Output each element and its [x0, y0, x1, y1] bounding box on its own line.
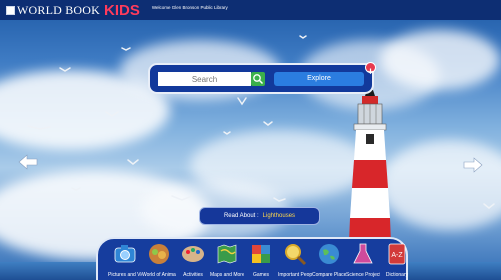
dock-item-compare-places[interactable]: Compare Places	[312, 242, 346, 278]
dock-label: Dictionary	[385, 272, 409, 278]
download-arrow-icon	[368, 68, 373, 75]
dock-item-pictures-and-videos[interactable]: Pictures and Videos	[108, 242, 142, 278]
seagull	[299, 35, 307, 39]
flask-icon	[353, 243, 373, 264]
dock-label: Pictures and Videos	[108, 272, 142, 278]
seagull	[127, 159, 139, 165]
map-icon	[217, 244, 237, 264]
next-arrow-button[interactable]	[462, 157, 484, 173]
seagull	[171, 195, 193, 201]
read-about-label: Read About :	[223, 213, 259, 219]
seagull	[59, 67, 71, 72]
left-arrow-icon	[18, 154, 38, 170]
dock-item-maps-and-more[interactable]: Maps and More	[210, 242, 244, 278]
camera-icon	[114, 245, 136, 263]
seagull	[263, 121, 273, 126]
previous-arrow-button[interactable]	[17, 154, 39, 170]
logo-text: WORLD BOOK	[17, 2, 100, 17]
navigation-dock: Pictures and Videos World of Animals Act…	[96, 237, 408, 280]
seagull	[121, 47, 131, 51]
dock-item-dictionary[interactable]: A-Z Dictionary	[380, 242, 414, 278]
read-about-topic[interactable]: Lighthouses	[263, 213, 295, 219]
palette-icon	[182, 246, 204, 262]
search-icon	[253, 74, 264, 85]
dock-label: Science Projects	[346, 272, 380, 278]
header-bar: WORLD BOOK KIDS Welcome Glen Bronson Pub…	[0, 0, 501, 20]
dictionary-icon: A-Z	[388, 243, 406, 265]
seagull	[27, 125, 51, 130]
svg-text:A-Z: A-Z	[391, 252, 403, 259]
dock-item-games[interactable]: Games	[244, 242, 278, 278]
download-badge[interactable]	[365, 62, 376, 75]
read-about-bar[interactable]: Read About : Lighthouses	[199, 207, 320, 225]
welcome-text: Welcome Glen Bronson Public Library	[151, 5, 228, 10]
seagull	[237, 97, 247, 106]
dock-label: World of Animals	[142, 272, 176, 278]
explore-button[interactable]: Explore	[274, 72, 364, 86]
search-button[interactable]	[251, 72, 265, 86]
dock-item-world-of-animals[interactable]: World of Animals	[142, 242, 176, 278]
dock-item-science-projects[interactable]: Science Projects	[346, 242, 380, 278]
search-panel: Explore	[148, 62, 376, 94]
seagull	[71, 187, 81, 191]
search-input[interactable]	[158, 72, 251, 86]
magnifier-icon	[285, 244, 307, 266]
dock-item-important-people[interactable]: Important People	[278, 242, 312, 278]
right-arrow-icon	[463, 157, 483, 173]
background-scene: WORLD BOOK KIDS Welcome Glen Bronson Pub…	[0, 0, 501, 280]
dock-label: Important People	[278, 272, 312, 278]
seagull	[273, 197, 286, 202]
dock-label: Maps and More	[210, 272, 244, 278]
seagull	[105, 111, 119, 117]
seagull	[223, 131, 231, 135]
dock-label: Games	[252, 272, 270, 278]
book-icon	[6, 5, 15, 15]
world-book-kids-logo[interactable]: WORLD BOOK KIDS	[6, 2, 140, 19]
dock-label: Activities	[183, 272, 203, 278]
logo-kids: KIDS	[104, 1, 140, 19]
puzzle-icon	[252, 245, 270, 263]
animals-icon	[149, 244, 169, 264]
globe-icon	[319, 244, 339, 264]
dock-item-activities[interactable]: Activities	[176, 242, 210, 278]
seagull	[483, 203, 495, 209]
dock-label: Compare Places	[312, 272, 346, 278]
